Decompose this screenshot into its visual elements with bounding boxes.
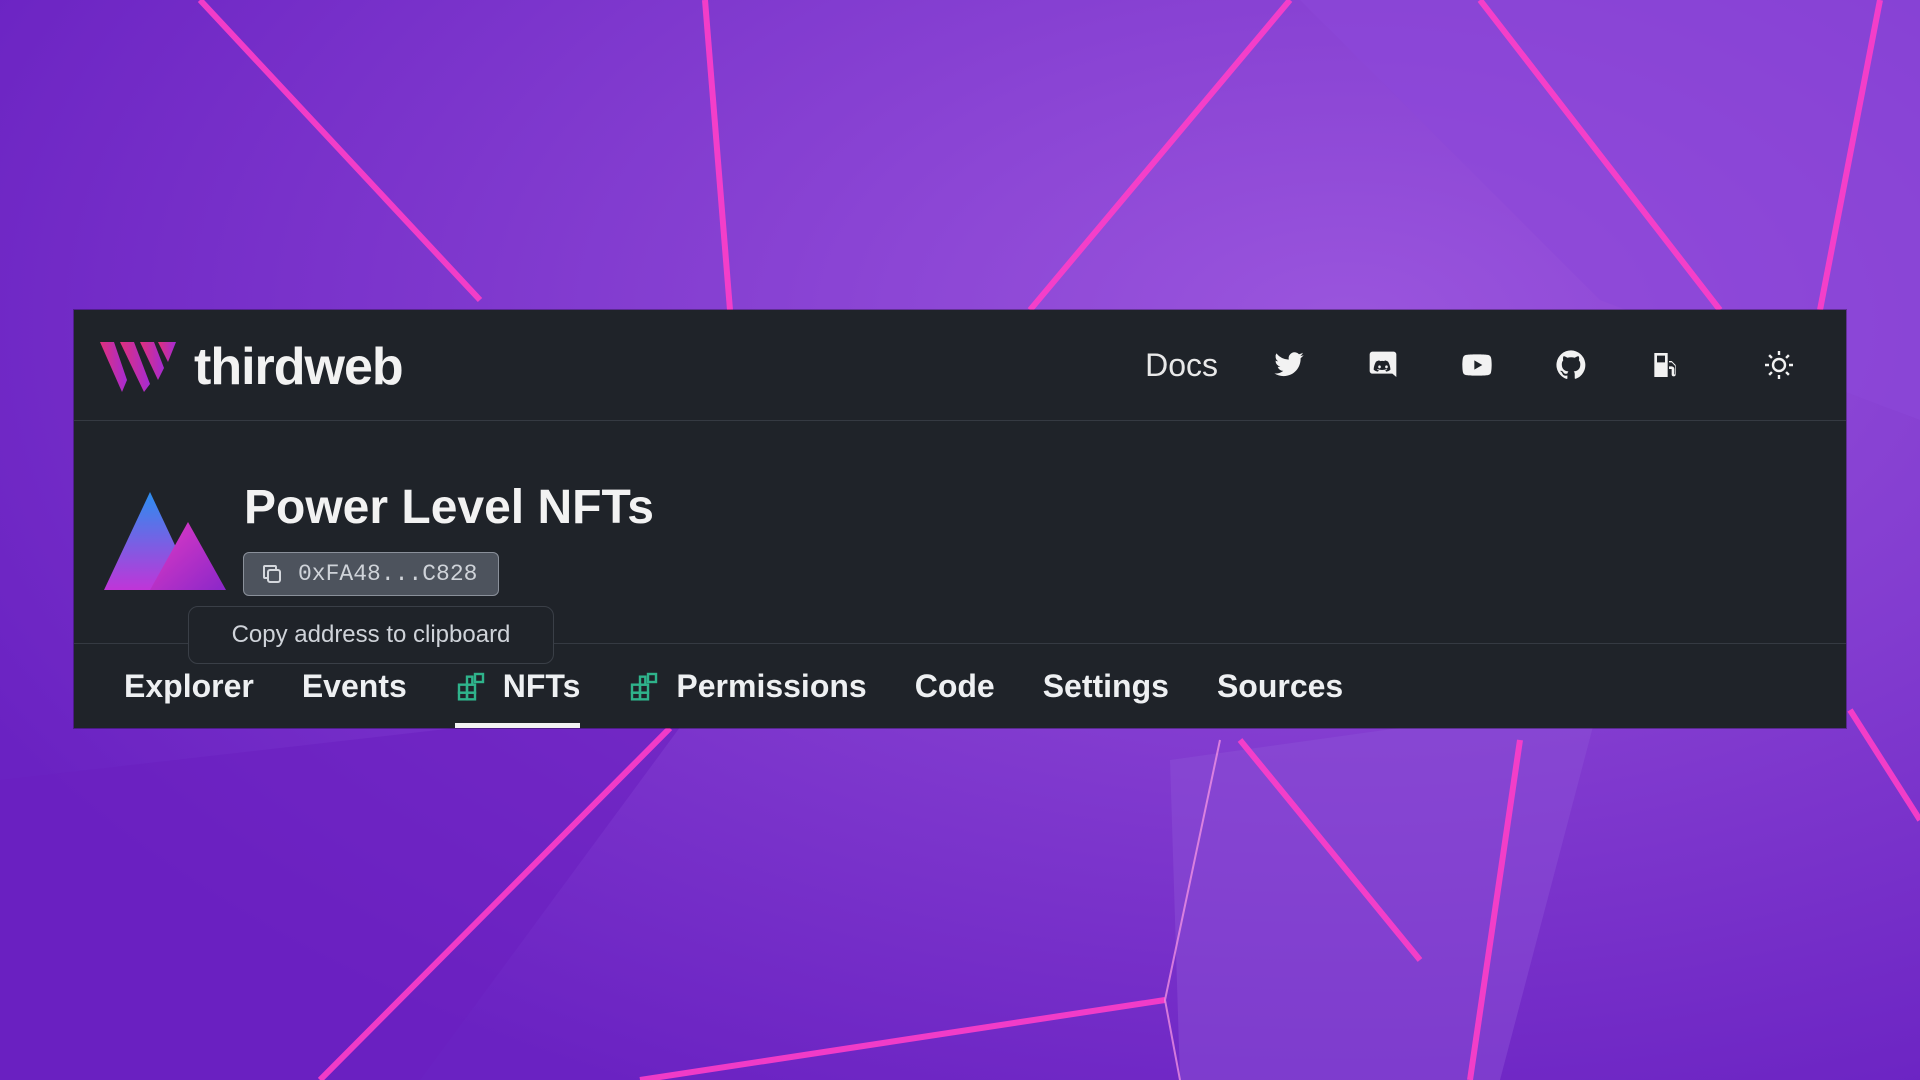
- tab-label: Permissions: [676, 667, 867, 704]
- contract-logo: [104, 492, 226, 590]
- top-navbar: thirdweb Docs: [74, 310, 1846, 421]
- github-icon[interactable]: [1554, 348, 1588, 382]
- copy-address-button[interactable]: 0xFA48...C828: [243, 552, 499, 596]
- docs-link[interactable]: Docs: [1145, 347, 1218, 384]
- extension-icon: [457, 672, 484, 701]
- tab-sources[interactable]: Sources: [1217, 644, 1343, 728]
- tab-label: Code: [914, 667, 995, 704]
- contract-title: Power Level NFTs: [244, 481, 654, 534]
- brand-name: thirdweb: [194, 338, 404, 396]
- youtube-icon[interactable]: [1460, 348, 1494, 382]
- tab-code[interactable]: Code: [915, 644, 995, 728]
- contract-panel: thirdweb Docs Power Level NFTs 0xFA48...…: [74, 310, 1846, 728]
- tab-permissions[interactable]: Permissions: [628, 644, 867, 728]
- thirdweb-logo-icon: [100, 342, 176, 392]
- copy-address-tooltip: Copy address to clipboard: [188, 606, 554, 664]
- header-links: Docs: [1145, 310, 1846, 420]
- tab-label: Explorer: [124, 667, 254, 704]
- thirdweb-logo[interactable]: thirdweb: [100, 338, 404, 396]
- sun-icon[interactable]: [1762, 348, 1796, 382]
- contract-header: Power Level NFTs 0xFA48...C828: [104, 480, 1104, 610]
- tab-settings[interactable]: Settings: [1043, 644, 1169, 728]
- tab-label: Sources: [1216, 667, 1344, 704]
- copy-icon: [263, 565, 281, 583]
- twitter-icon[interactable]: [1272, 348, 1306, 382]
- extension-icon: [631, 672, 658, 701]
- tab-label: NFTs: [502, 667, 581, 704]
- tab-label: Settings: [1042, 667, 1169, 704]
- tab-label: Events: [301, 667, 407, 704]
- discord-icon[interactable]: [1366, 348, 1400, 382]
- contract-address: 0xFA48...C828: [298, 561, 478, 587]
- tooltip-text: Copy address to clipboard: [231, 621, 511, 648]
- gas-station-icon[interactable]: [1648, 348, 1682, 382]
